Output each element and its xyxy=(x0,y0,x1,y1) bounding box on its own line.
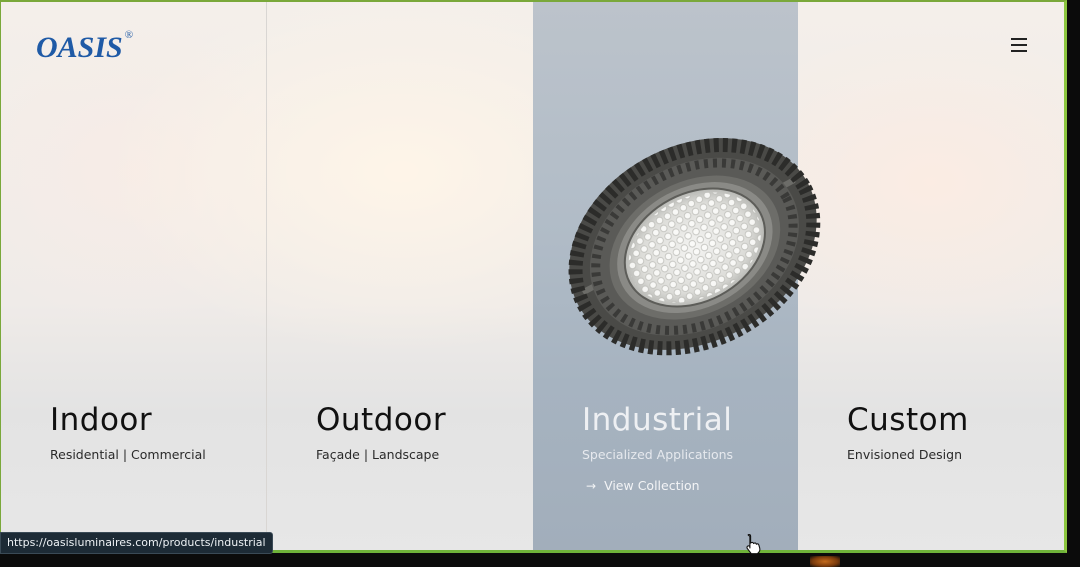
link-status-bar: https://oasisluminaires.com/products/ind… xyxy=(0,532,273,554)
browser-viewport: OASIS ® Indoor Residential | Commercial … xyxy=(0,0,1067,553)
brand-logo[interactable]: OASIS ® xyxy=(36,29,134,64)
category-title-industrial[interactable]: Industrial xyxy=(582,402,732,438)
category-subtitle-industrial: Specialized Applications xyxy=(582,447,734,462)
brand-logo-text: OASIS xyxy=(36,31,123,64)
category-panel-indoor[interactable] xyxy=(1,2,267,550)
category-subtitle-outdoor: Façade | Landscape xyxy=(316,447,440,462)
menu-line xyxy=(1011,38,1027,40)
menu-line xyxy=(1011,44,1027,46)
arrow-right-icon: → xyxy=(586,478,597,493)
registered-mark: ® xyxy=(124,29,134,41)
category-title-indoor[interactable]: Indoor xyxy=(50,402,152,438)
hand-pointer-cursor-icon xyxy=(746,533,761,555)
industrial-light-fixture-image xyxy=(568,138,821,356)
category-panel-outdoor[interactable] xyxy=(267,2,533,550)
category-title-custom[interactable]: Custom xyxy=(847,402,969,438)
category-subtitle-custom: Envisioned Design xyxy=(847,447,963,462)
view-collection-label: View Collection xyxy=(604,478,700,493)
view-collection-link[interactable]: → View Collection xyxy=(586,478,700,493)
menu-line xyxy=(1011,50,1027,52)
background-glow xyxy=(810,556,840,567)
category-title-outdoor[interactable]: Outdoor xyxy=(316,402,446,438)
hamburger-menu-icon[interactable] xyxy=(1011,38,1029,52)
category-subtitle-indoor: Residential | Commercial xyxy=(50,447,206,462)
category-panel-custom[interactable] xyxy=(798,2,1064,550)
